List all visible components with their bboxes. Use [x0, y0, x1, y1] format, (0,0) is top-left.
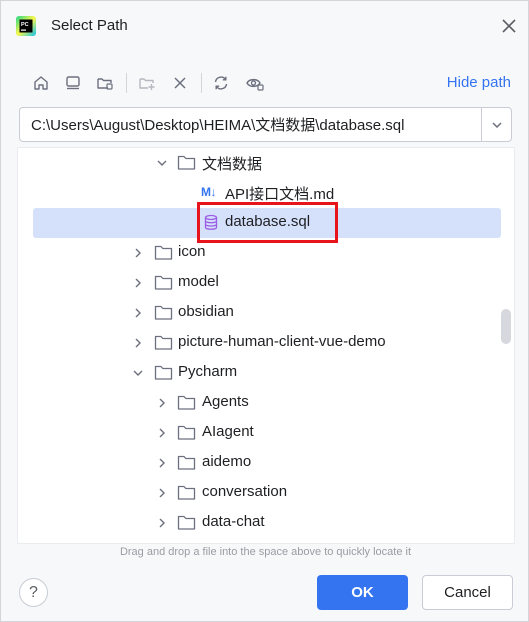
help-button[interactable]: ? [19, 578, 48, 607]
new-folder-button[interactable] [133, 69, 161, 97]
tree-row-folder[interactable]: model [18, 268, 502, 298]
chevron-right-icon[interactable] [156, 487, 168, 499]
folder-icon [154, 335, 173, 350]
tree-item-label: Agents [202, 393, 249, 410]
close-icon[interactable] [499, 16, 519, 36]
database-icon [204, 214, 218, 230]
folder-icon [154, 245, 173, 260]
toolbar-separator [201, 73, 202, 93]
select-path-dialog: PC Select Path Hide path C:\Users\August… [0, 0, 529, 622]
tree-row-folder[interactable]: conversation [18, 478, 502, 508]
tree-row-file-selected[interactable]: database.sql [33, 208, 501, 238]
tree-item-label: picture-human-client-vue-demo [178, 333, 386, 350]
tree-row-folder[interactable]: AIagent [18, 418, 502, 448]
tree-item-label: API接口文档.md [225, 186, 335, 203]
tree-item-label: data-chat [202, 513, 265, 530]
chevron-right-icon[interactable] [132, 277, 144, 289]
refresh-icon [214, 76, 228, 90]
app-logo-text: PC [21, 22, 29, 28]
folder-icon [177, 155, 196, 170]
new-folder-icon [139, 78, 155, 90]
tree-row-folder[interactable]: picture-human-client-vue-demo [18, 328, 502, 358]
markdown-file-icon: M↓ [201, 185, 217, 199]
path-input[interactable] [20, 108, 480, 141]
chevron-right-icon[interactable] [132, 337, 144, 349]
chevron-right-icon[interactable] [156, 397, 168, 409]
tree-row-folder[interactable]: Agents [18, 388, 502, 418]
home-icon [34, 76, 48, 90]
file-chooser-toolbar: Hide path [21, 69, 511, 97]
tree-row-folder[interactable]: aidemo [18, 448, 502, 478]
tree-item-label: conversation [202, 483, 288, 500]
tree-row-folder[interactable]: data-chat [18, 508, 502, 538]
chevron-right-icon[interactable] [132, 307, 144, 319]
desktop-button[interactable] [59, 69, 87, 97]
tree-row-folder[interactable]: icon [18, 238, 502, 268]
title-bar: PC Select Path [1, 1, 529, 51]
file-tree[interactable]: 文档数据 M↓ API接口文档.md database.sql icon mod… [17, 147, 515, 544]
project-folder-button[interactable] [91, 69, 119, 97]
folder-icon [154, 305, 173, 320]
tree-row-folder[interactable]: obsidian [18, 298, 502, 328]
folder-icon [177, 515, 196, 530]
hide-path-link[interactable]: Hide path [447, 74, 511, 91]
pycharm-logo-icon: PC [16, 16, 36, 36]
dialog-title: Select Path [51, 17, 128, 34]
cancel-button[interactable]: Cancel [422, 575, 513, 610]
chevron-down-icon [492, 121, 502, 128]
tree-item-label: icon [178, 243, 206, 260]
home-button[interactable] [27, 69, 55, 97]
tree-item-label: aidemo [202, 453, 252, 470]
delete-button[interactable] [166, 69, 194, 97]
chevron-right-icon[interactable] [156, 457, 168, 469]
chevron-right-icon[interactable] [156, 427, 168, 439]
folder-icon [177, 485, 196, 500]
desktop-icon [66, 76, 80, 90]
folder-icon [154, 275, 173, 290]
delete-icon [174, 77, 186, 89]
path-history-dropdown[interactable] [482, 108, 512, 141]
tree-row-folder[interactable]: Pycharm [18, 358, 502, 388]
folder-icon [177, 455, 196, 470]
tree-row-file[interactable]: M↓ API接口文档.md [18, 178, 502, 208]
ok-button[interactable]: OK [317, 575, 408, 610]
folder-icon [154, 365, 173, 380]
show-hidden-icon [246, 78, 264, 91]
tree-item-label: AIagent [202, 423, 254, 440]
chevron-right-icon[interactable] [132, 247, 144, 259]
folder-icon [177, 425, 196, 440]
tree-row-folder[interactable]: 文档数据 [18, 148, 502, 178]
chevron-down-icon[interactable] [156, 157, 168, 169]
tree-item-label: Pycharm [178, 363, 238, 380]
tree-item-label: model [178, 273, 219, 290]
toolbar-separator [126, 73, 127, 93]
project-folder-icon [97, 78, 113, 90]
tree-item-label: obsidian [178, 303, 234, 320]
drag-drop-hint: Drag and drop a file into the space abov… [119, 546, 412, 558]
tree-scrollbar-thumb[interactable] [501, 309, 511, 344]
path-combobox [19, 107, 512, 142]
chevron-right-icon[interactable] [156, 517, 168, 529]
folder-icon [177, 395, 196, 410]
chevron-down-icon[interactable] [132, 367, 144, 379]
tree-item-label: 文档数据 [202, 156, 263, 173]
tree-item-label: database.sql [225, 213, 311, 230]
refresh-button[interactable] [207, 69, 235, 97]
show-hidden-button[interactable] [241, 69, 269, 97]
